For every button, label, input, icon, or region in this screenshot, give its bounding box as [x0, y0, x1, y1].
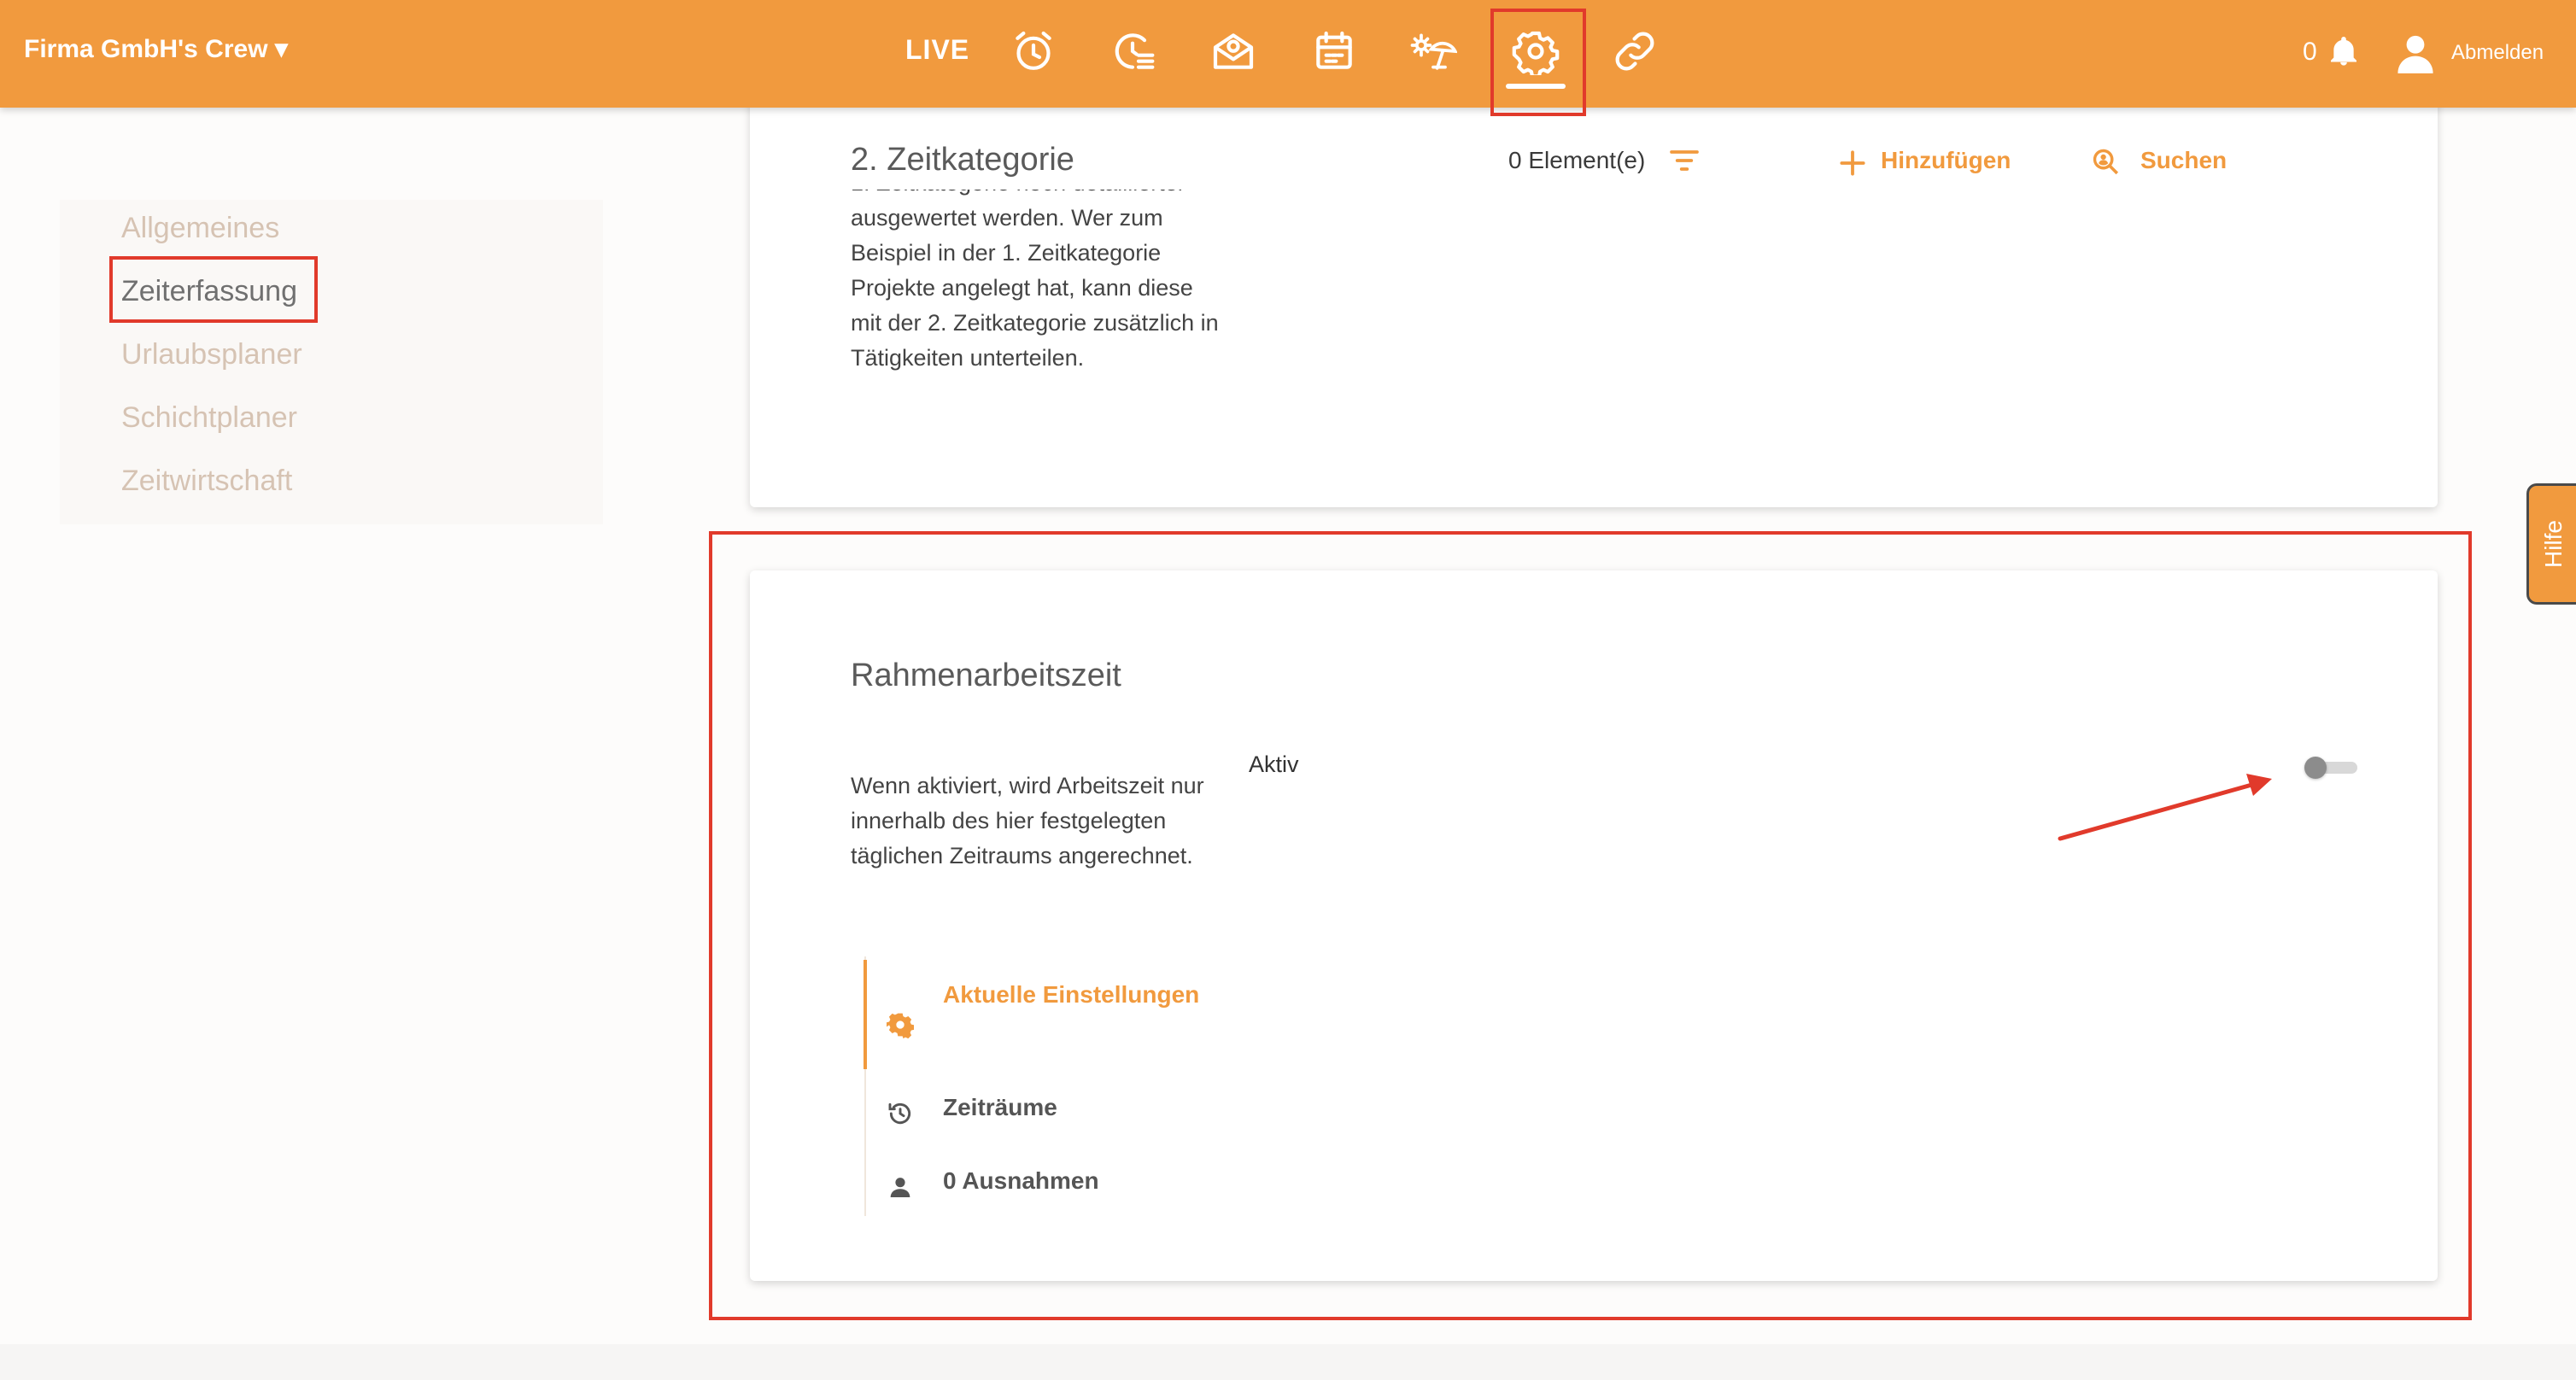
plus-icon[interactable] [1836, 147, 1869, 179]
gear-icon [886, 1009, 915, 1039]
subnav-label: Aktuelle Einstellungen [943, 981, 1200, 1008]
framework-subnav: Aktuelle Einstellungen Zeiträume 0 Ausna… [864, 956, 1199, 1216]
alarm-clock-icon[interactable] [1006, 24, 1061, 79]
subnav-label: 0 Ausnahmen [943, 1167, 1099, 1194]
vacation-icon[interactable] [1406, 24, 1461, 79]
help-tab-label: Hilfe [2539, 519, 2567, 569]
toggle-knob [2304, 757, 2327, 779]
subnav-label: Zeiträume [943, 1094, 1057, 1120]
person-icon [887, 1172, 914, 1199]
element-count: 0 Element(e) [1508, 147, 1646, 173]
sidebar-item-allgemeines[interactable]: Allgemeines [121, 212, 279, 245]
subnav-active-indicator [864, 960, 867, 1069]
framework-description: Wenn aktiviert, wird Arbeitszeit nur inn… [851, 773, 1204, 868]
category-title: 2. Zeitkategorie [851, 142, 1074, 178]
sidebar-item-schichtplaner[interactable]: Schichtplaner [121, 401, 297, 435]
sidebar-item-zeiterfassung[interactable]: Zeiterfassung [121, 275, 297, 308]
top-bar: Firma GmbH's Crew ▾ LIVE 0 Abmelden [0, 0, 2576, 108]
sidebar-item-urlaubsplaner[interactable]: Urlaubsplaner [121, 338, 302, 371]
search-button[interactable]: Suchen [2140, 147, 2227, 174]
calendar-icon[interactable] [1307, 24, 1361, 79]
framework-title: Rahmenarbeitszeit [851, 658, 1121, 693]
notification-count: 0 [2303, 38, 2317, 66]
aktiv-toggle[interactable] [2304, 757, 2359, 779]
history-icon [887, 1098, 914, 1126]
money-envelope-icon[interactable] [1206, 24, 1261, 79]
company-selector[interactable]: Firma GmbH's Crew ▾ [24, 34, 288, 64]
settings-icon[interactable] [1508, 24, 1563, 79]
logout-link[interactable]: Abmelden [2451, 41, 2544, 65]
user-avatar-icon[interactable] [2393, 31, 2438, 75]
active-nav-indicator [1506, 84, 1566, 89]
category-description: 1. Zeitkategorie noch detaillierter ausg… [851, 190, 1219, 371]
bell-icon[interactable] [2327, 34, 2361, 68]
category-description-clip: 1. Zeitkategorie noch detaillierter ausg… [851, 190, 1227, 446]
search-user-icon[interactable] [2089, 145, 2122, 178]
help-tab[interactable]: Hilfe [2526, 483, 2576, 605]
page-footer-strip [0, 1344, 2576, 1380]
sidebar-item-zeitwirtschaft[interactable]: Zeitwirtschaft [121, 465, 292, 498]
timesheet-icon[interactable] [1105, 24, 1160, 79]
add-button[interactable]: Hinzufügen [1881, 147, 2011, 174]
link-icon[interactable] [1607, 24, 1662, 79]
nav-live[interactable]: LIVE [905, 34, 969, 66]
filter-icon[interactable] [1667, 143, 1701, 178]
toggle-label: Aktiv [1249, 751, 1299, 777]
